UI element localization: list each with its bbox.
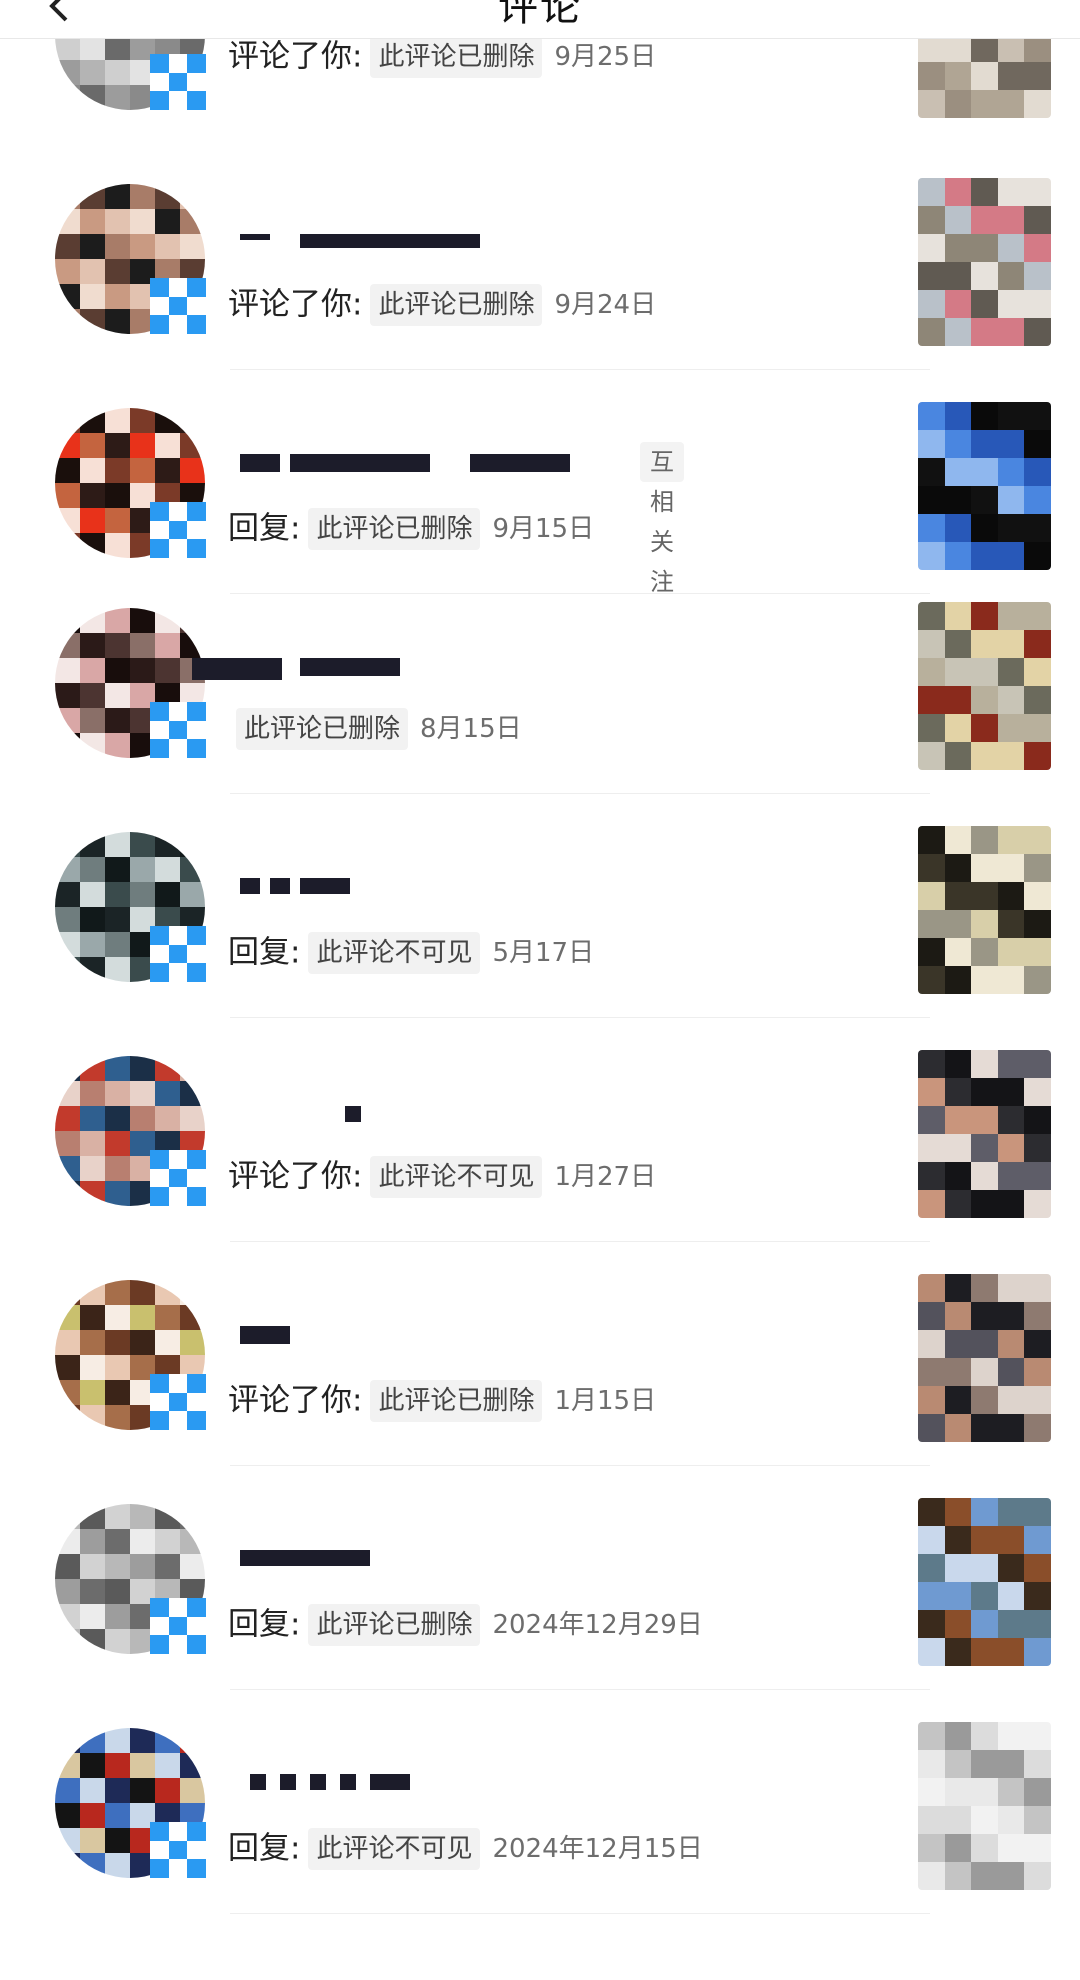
avatar-badge-icon xyxy=(150,926,206,982)
avatar-badge-icon xyxy=(150,702,206,758)
quoted-comment[interactable]: 此评论已删除 xyxy=(236,707,409,750)
avatar-badge-icon xyxy=(150,1150,206,1206)
avatar-badge-icon xyxy=(150,278,206,334)
notification-row[interactable]: 评论了你: 此评论不可见 1月27日 xyxy=(0,1016,1080,1242)
action-label: 回复: xyxy=(228,1830,301,1867)
notification-text: 此评论已删除 8月15日 xyxy=(228,704,522,752)
notification-row[interactable]: 互相关注 回复: 此评论已删除 9月15日 xyxy=(0,368,1080,596)
notification-row[interactable]: 回复: 此评论不可见 2024年12月15日 xyxy=(0,1688,1080,1914)
notification-text: 评论了你: 此评论已删除 9月25日 xyxy=(228,32,656,80)
notification-text: 回复: 此评论已删除 9月15日 xyxy=(228,504,594,552)
post-thumbnail[interactable] xyxy=(918,178,1051,346)
row-divider xyxy=(230,1913,930,1914)
timestamp: 9月15日 xyxy=(492,513,595,544)
notification-row[interactable]: 回复: 此评论不可见 5月17日 xyxy=(0,792,1080,1018)
timestamp: 9月25日 xyxy=(554,41,657,72)
notification-row[interactable]: 此评论已删除 8月15日 xyxy=(0,568,1080,794)
notification-text: 评论了你: 此评论已删除 9月24日 xyxy=(228,280,656,328)
post-thumbnail[interactable] xyxy=(918,402,1051,570)
timestamp: 1月27日 xyxy=(554,1161,657,1192)
quoted-comment[interactable]: 此评论已删除 xyxy=(370,283,543,326)
quoted-comment[interactable]: 此评论不可见 xyxy=(308,1827,481,1870)
post-thumbnail[interactable] xyxy=(918,826,1051,994)
action-label: 回复: xyxy=(228,510,301,547)
notification-text: 回复: 此评论不可见 2024年12月15日 xyxy=(228,1824,703,1872)
mutual-follow-badge: 互相关注 xyxy=(640,442,684,596)
timestamp: 1月15日 xyxy=(554,1385,657,1416)
avatar-badge-icon xyxy=(150,54,206,110)
action-label: 回复: xyxy=(228,934,301,971)
timestamp: 9月24日 xyxy=(554,289,657,320)
action-label: 回复: xyxy=(228,1606,301,1643)
chevron-left-icon xyxy=(49,0,68,22)
notification-row[interactable]: 评论了你: 此评论已删除 9月24日 xyxy=(0,144,1080,370)
action-label: 评论了你: xyxy=(228,1158,363,1195)
timestamp: 2024年12月15日 xyxy=(492,1833,703,1864)
notification-text: 评论了你: 此评论不可见 1月27日 xyxy=(228,1152,656,1200)
notification-row[interactable]: 评论了你: 此评论已删除 1月15日 xyxy=(0,1240,1080,1466)
post-thumbnail[interactable] xyxy=(918,1274,1051,1442)
timestamp: 5月17日 xyxy=(492,937,595,968)
quoted-comment[interactable]: 此评论已删除 xyxy=(308,507,481,550)
notification-row[interactable]: 回复: 此评论已删除 2024年12月29日 xyxy=(0,1464,1080,1690)
notification-list: 评论了你: 此评论已删除 9月25日 评论了你: 此评论已删除 9月24日 互相关注 回复: 此… xyxy=(0,0,1080,1980)
top-bar: 评论 xyxy=(0,0,1080,39)
avatar-badge-icon xyxy=(150,1822,206,1878)
avatar-badge-icon xyxy=(150,1598,206,1654)
action-label: 评论了你: xyxy=(228,286,363,323)
quoted-comment[interactable]: 此评论已删除 xyxy=(308,1603,481,1646)
quoted-comment[interactable]: 此评论已删除 xyxy=(370,35,543,78)
timestamp: 2024年12月29日 xyxy=(492,1609,703,1640)
page-title: 评论 xyxy=(498,0,582,30)
timestamp: 8月15日 xyxy=(420,713,522,744)
post-thumbnail[interactable] xyxy=(918,1050,1051,1218)
notification-text: 回复: 此评论已删除 2024年12月29日 xyxy=(228,1600,703,1648)
post-thumbnail[interactable] xyxy=(918,602,1051,770)
post-thumbnail[interactable] xyxy=(918,1498,1051,1666)
quoted-comment[interactable]: 此评论不可见 xyxy=(308,931,481,974)
back-button[interactable] xyxy=(40,0,80,26)
quoted-comment[interactable]: 此评论已删除 xyxy=(370,1379,543,1422)
avatar-badge-icon xyxy=(150,1374,206,1430)
notification-text: 评论了你: 此评论已删除 1月15日 xyxy=(228,1376,656,1424)
avatar-badge-icon xyxy=(150,502,206,558)
action-label: 评论了你: xyxy=(228,38,363,75)
quoted-comment[interactable]: 此评论不可见 xyxy=(370,1155,543,1198)
action-label: 评论了你: xyxy=(228,1382,363,1419)
post-thumbnail[interactable] xyxy=(918,1722,1051,1890)
notification-text: 回复: 此评论不可见 5月17日 xyxy=(228,928,594,976)
